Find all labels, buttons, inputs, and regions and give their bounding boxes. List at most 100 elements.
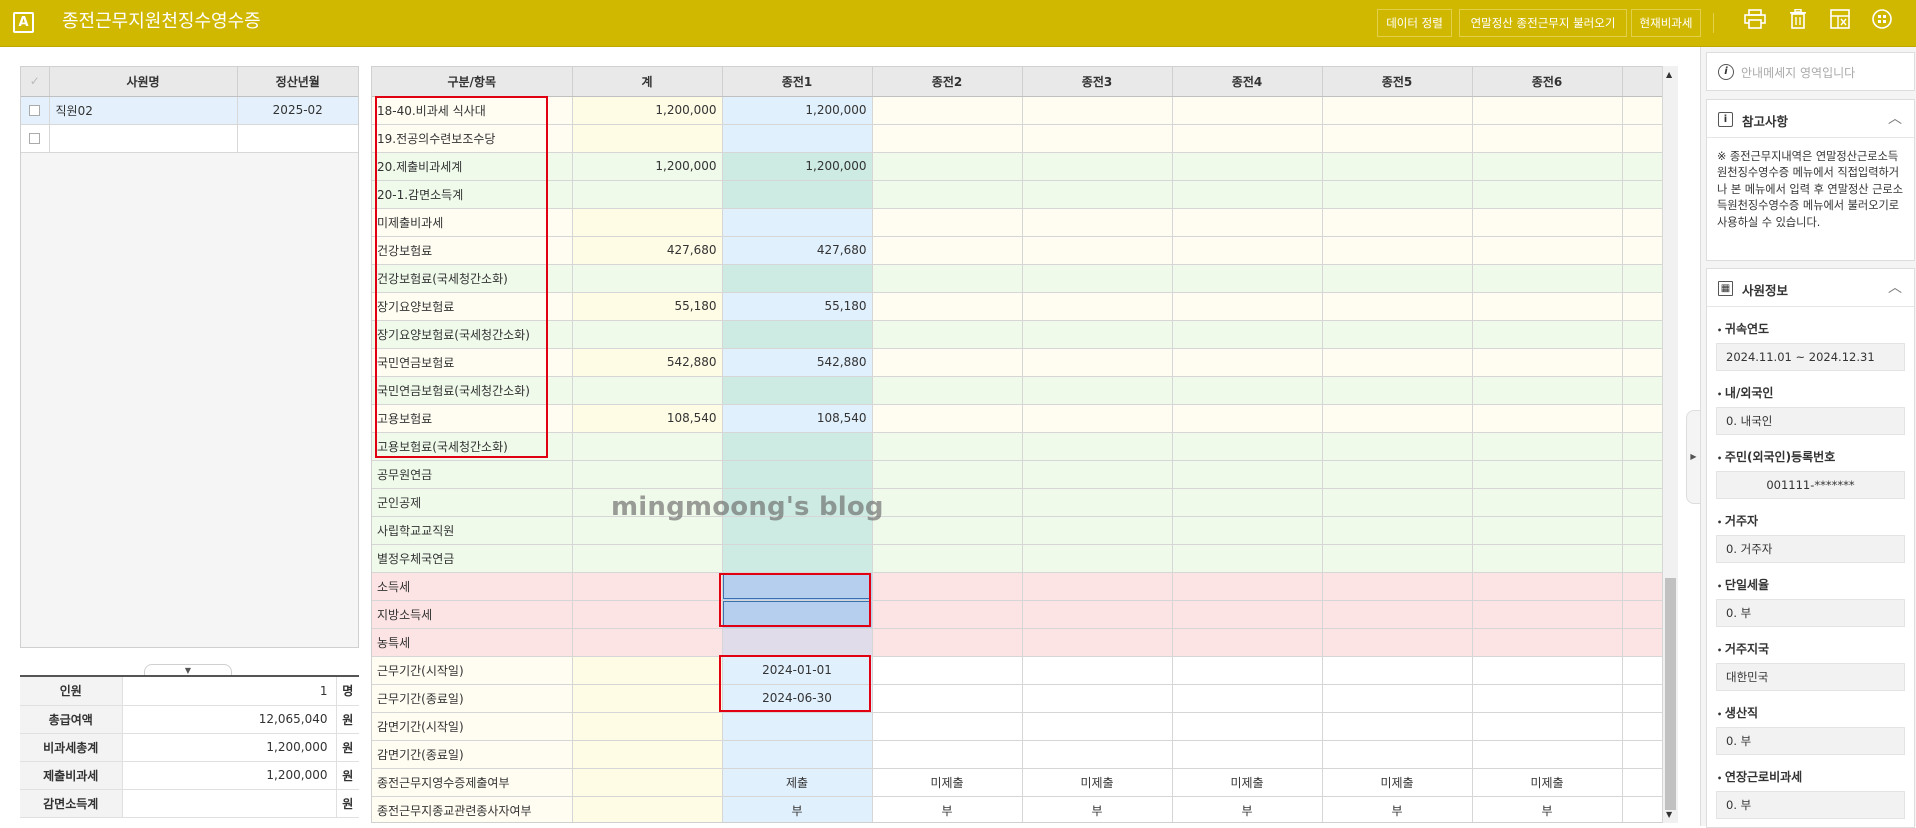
previous-1-cell[interactable]	[722, 740, 873, 769]
column-header-previous-3[interactable]: 종전3	[1022, 67, 1173, 97]
previous-2-cell[interactable]	[872, 712, 1023, 741]
previous-6-cell[interactable]	[1472, 180, 1623, 209]
previous-3-cell[interactable]	[1022, 572, 1173, 601]
previous-3-cell[interactable]	[1022, 376, 1173, 405]
total-cell[interactable]	[572, 432, 723, 461]
previous-6-cell[interactable]	[1472, 292, 1623, 321]
previous-5-cell[interactable]	[1322, 628, 1473, 657]
total-cell[interactable]: 1,200,000	[572, 152, 723, 181]
previous-4-cell[interactable]	[1172, 96, 1323, 125]
trash-icon[interactable]	[1784, 8, 1812, 37]
column-header-previous-4[interactable]: 종전4	[1172, 67, 1323, 97]
field-value[interactable]: 0. 부	[1716, 791, 1905, 819]
previous-4-cell[interactable]	[1172, 740, 1323, 769]
total-cell[interactable]: 55,180	[572, 292, 723, 321]
total-cell[interactable]	[572, 264, 723, 293]
previous-1-cell[interactable]: 427,680	[722, 236, 873, 265]
field-value[interactable]: 대한민국	[1716, 663, 1905, 691]
previous-5-cell[interactable]	[1322, 236, 1473, 265]
previous-2-cell[interactable]	[872, 740, 1023, 769]
previous-1-cell[interactable]	[722, 180, 873, 209]
grid-row[interactable]: 감면기간(종료일)	[372, 740, 1664, 769]
previous-3-cell[interactable]: 부	[1022, 796, 1173, 822]
total-cell[interactable]	[572, 768, 723, 797]
previous-5-cell[interactable]: 미제출	[1322, 768, 1473, 797]
total-cell[interactable]	[572, 656, 723, 685]
previous-3-cell[interactable]	[1022, 124, 1173, 153]
previous-5-cell[interactable]	[1322, 376, 1473, 405]
previous-3-cell[interactable]	[1022, 96, 1173, 125]
previous-2-cell[interactable]	[872, 264, 1023, 293]
previous-5-cell[interactable]	[1322, 348, 1473, 377]
total-cell[interactable]: 108,540	[572, 404, 723, 433]
previous-2-cell[interactable]	[872, 600, 1023, 629]
scrollbar-thumb[interactable]	[1665, 578, 1676, 810]
previous-5-cell[interactable]: 부	[1322, 796, 1473, 822]
previous-6-cell[interactable]	[1472, 96, 1623, 125]
previous-5-cell[interactable]	[1322, 208, 1473, 237]
grid-row[interactable]: 농특세	[372, 628, 1664, 657]
employee-row[interactable]	[21, 124, 358, 153]
previous-6-cell[interactable]	[1472, 348, 1623, 377]
previous-3-cell[interactable]	[1022, 600, 1173, 629]
total-cell[interactable]	[572, 180, 723, 209]
grid-row[interactable]: 근무기간(종료일) 2024-06-30	[372, 684, 1664, 713]
previous-2-cell[interactable]	[872, 572, 1023, 601]
total-cell[interactable]	[572, 376, 723, 405]
scroll-up-icon[interactable]: ▲	[1666, 70, 1672, 79]
total-cell[interactable]	[572, 208, 723, 237]
previous-3-cell[interactable]	[1022, 208, 1173, 237]
total-cell[interactable]	[572, 544, 723, 573]
previous-2-cell[interactable]	[872, 628, 1023, 657]
grid-row[interactable]: 소득세	[372, 572, 1664, 601]
previous-1-cell[interactable]: 108,540	[722, 404, 873, 433]
column-header-employee-name[interactable]: 사원명	[49, 67, 238, 97]
previous-2-cell[interactable]	[872, 348, 1023, 377]
grid-row[interactable]: 19.전공의수련보조수당	[372, 124, 1664, 153]
employee-row[interactable]: 직원02 2025-02	[21, 96, 358, 125]
previous-5-cell[interactable]	[1322, 320, 1473, 349]
previous-6-cell[interactable]	[1472, 600, 1623, 629]
grid-row[interactable]: 종전근무지종교관련종사자여부 부 부 부 부 부 부	[372, 796, 1664, 822]
previous-2-cell[interactable]	[872, 208, 1023, 237]
panel-splitter-toggle[interactable]: ▼	[144, 664, 232, 675]
previous-4-cell[interactable]	[1172, 376, 1323, 405]
column-header-previous-2[interactable]: 종전2	[872, 67, 1023, 97]
column-header-previous-5[interactable]: 종전5	[1322, 67, 1473, 97]
previous-4-cell[interactable]	[1172, 432, 1323, 461]
previous-1-cell[interactable]	[722, 432, 873, 461]
previous-5-cell[interactable]	[1322, 572, 1473, 601]
previous-1-cell[interactable]: 부	[722, 796, 873, 822]
previous-1-cell[interactable]: 2024-01-01	[722, 656, 873, 685]
previous-3-cell[interactable]	[1022, 236, 1173, 265]
select-all-checkbox[interactable]: ✓	[21, 67, 50, 97]
load-previous-workplace-button[interactable]: 연말정산 종전근무지 불러오기	[1459, 9, 1627, 37]
previous-5-cell[interactable]	[1322, 684, 1473, 713]
previous-1-cell[interactable]	[722, 208, 873, 237]
previous-2-cell[interactable]	[872, 320, 1023, 349]
previous-6-cell[interactable]	[1472, 712, 1623, 741]
previous-6-cell[interactable]	[1472, 320, 1623, 349]
settlement-month[interactable]	[237, 124, 358, 153]
grid-row[interactable]: 장기요양보험료(국세청간소화)	[372, 320, 1664, 349]
previous-4-cell[interactable]: 부	[1172, 796, 1323, 822]
previous-5-cell[interactable]	[1322, 124, 1473, 153]
previous-4-cell[interactable]	[1172, 572, 1323, 601]
collapse-chevron-icon[interactable]: ︿	[1888, 277, 1902, 297]
previous-5-cell[interactable]	[1322, 656, 1473, 685]
previous-1-cell[interactable]: 제출	[722, 768, 873, 797]
previous-2-cell[interactable]: 부	[872, 796, 1023, 822]
previous-5-cell[interactable]	[1322, 516, 1473, 545]
panel-collapse-handle[interactable]: ▶	[1686, 410, 1700, 504]
previous-6-cell[interactable]	[1472, 152, 1623, 181]
previous-3-cell[interactable]	[1022, 264, 1173, 293]
previous-5-cell[interactable]	[1322, 404, 1473, 433]
previous-2-cell[interactable]	[872, 432, 1023, 461]
previous-3-cell[interactable]	[1022, 404, 1173, 433]
previous-6-cell[interactable]	[1472, 488, 1623, 517]
grid-row[interactable]: 공무원연금	[372, 460, 1664, 489]
grid-row[interactable]: 고용보험료 108,540 108,540	[372, 404, 1664, 433]
previous-6-cell[interactable]	[1472, 460, 1623, 489]
grid-row[interactable]: 국민연금보험료 542,880 542,880	[372, 348, 1664, 377]
previous-1-cell[interactable]	[722, 320, 873, 349]
